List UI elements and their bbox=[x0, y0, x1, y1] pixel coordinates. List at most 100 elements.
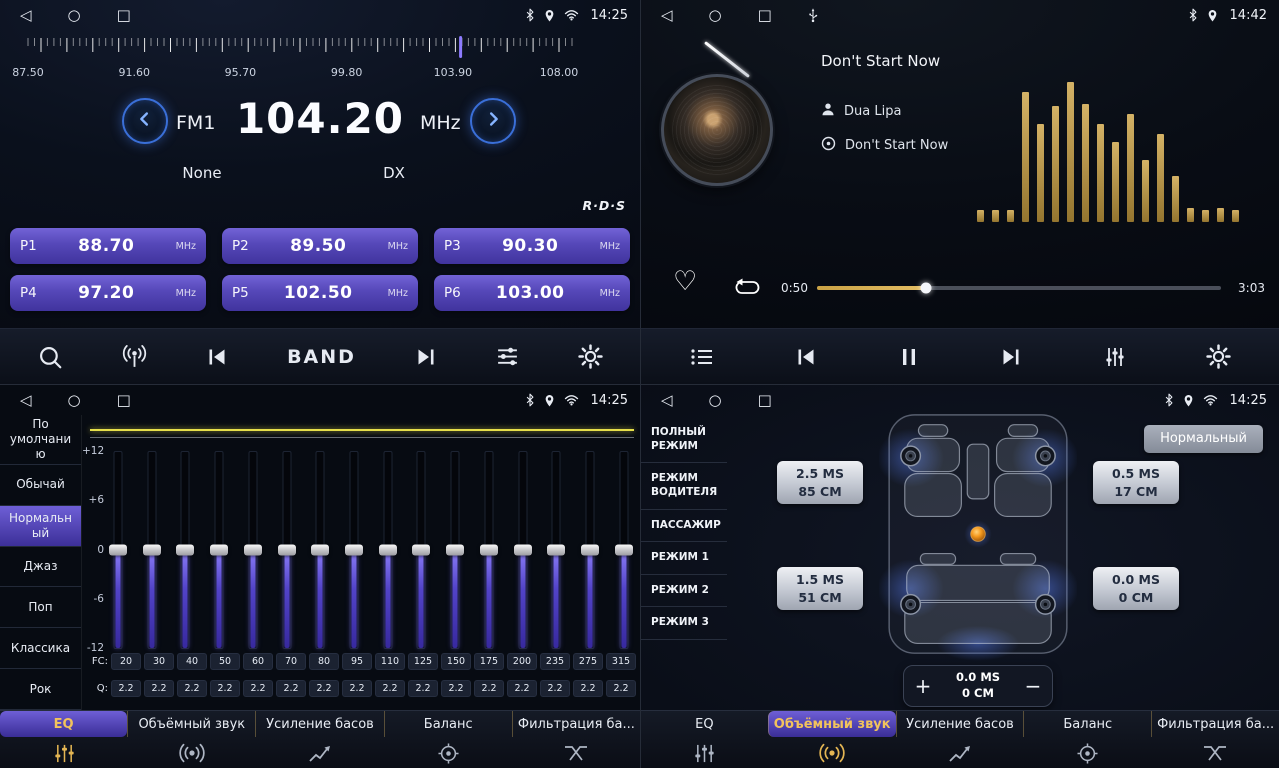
eq-band-slider[interactable] bbox=[142, 451, 162, 649]
mode-2[interactable]: РЕЖИМ 2 bbox=[641, 575, 727, 608]
tab-surround[interactable]: Объёмный звук bbox=[768, 711, 896, 737]
nav-recents-button[interactable]: □ bbox=[758, 393, 772, 408]
field-preset-button[interactable]: Нормальный bbox=[1144, 425, 1263, 453]
mode-passenger[interactable]: ПАССАЖИР bbox=[641, 510, 727, 543]
eq-band-slider[interactable] bbox=[344, 451, 364, 649]
balance-icon[interactable] bbox=[384, 737, 512, 768]
decrease-delay-button[interactable]: − bbox=[1014, 666, 1052, 706]
tab-bass-boost[interactable]: Усиление басов bbox=[255, 711, 383, 737]
tuner-ticks[interactable] bbox=[20, 36, 580, 66]
nav-back-button[interactable]: ◁ bbox=[20, 8, 32, 23]
delay-rear-left[interactable]: 1.5 MS 51 CM bbox=[777, 567, 863, 610]
eq-slider-knob[interactable] bbox=[278, 545, 296, 556]
tune-up-button[interactable] bbox=[470, 98, 516, 144]
car-seat-map[interactable] bbox=[879, 411, 1077, 661]
eq-slider-knob[interactable] bbox=[480, 545, 498, 556]
album-art-disc[interactable] bbox=[661, 74, 773, 186]
eq-slider-knob[interactable] bbox=[379, 545, 397, 556]
nav-home-button[interactable]: ○ bbox=[709, 393, 722, 408]
favorite-button[interactable]: ♡ bbox=[673, 268, 697, 295]
surround-sound-icon[interactable] bbox=[128, 737, 256, 768]
previous-station-button[interactable] bbox=[205, 346, 229, 368]
tab-eq[interactable]: EQ bbox=[0, 711, 127, 737]
eq-preset-normal[interactable]: Нормальный bbox=[0, 506, 81, 547]
increase-delay-button[interactable]: + bbox=[904, 666, 942, 706]
eq-slider-knob[interactable] bbox=[345, 545, 363, 556]
eq-slider-knob[interactable] bbox=[210, 545, 228, 556]
preset-p5[interactable]: P5 102.50 MHz bbox=[222, 275, 418, 311]
mode-3[interactable]: РЕЖИМ 3 bbox=[641, 607, 727, 640]
settings-button[interactable] bbox=[1206, 344, 1231, 369]
bass-boost-icon[interactable] bbox=[896, 737, 1024, 768]
preset-p1[interactable]: P1 88.70 MHz bbox=[10, 228, 206, 264]
preset-p3[interactable]: P3 90.30 MHz bbox=[434, 228, 630, 264]
crossover-filter-icon[interactable] bbox=[512, 737, 640, 768]
eq-preset-classic[interactable]: Классика bbox=[0, 628, 81, 669]
playlist-button[interactable] bbox=[689, 346, 715, 368]
eq-band-slider[interactable] bbox=[546, 451, 566, 649]
eq-faders-icon[interactable] bbox=[0, 737, 128, 768]
eq-band-slider[interactable] bbox=[614, 451, 634, 649]
eq-preset-jazz[interactable]: Джаз bbox=[0, 547, 81, 588]
delay-front-left[interactable]: 2.5 MS 85 CM bbox=[777, 461, 863, 504]
eq-band-slider[interactable] bbox=[243, 451, 263, 649]
crossover-filter-icon[interactable] bbox=[1151, 737, 1279, 768]
eq-slider-knob[interactable] bbox=[244, 545, 262, 556]
equalizer-button[interactable] bbox=[1103, 346, 1127, 368]
mode-driver[interactable]: РЕЖИМ ВОДИТЕЛЯ bbox=[641, 463, 727, 509]
mode-1[interactable]: РЕЖИМ 1 bbox=[641, 542, 727, 575]
eq-faders-icon[interactable] bbox=[641, 737, 769, 768]
next-track-button[interactable] bbox=[999, 346, 1023, 368]
nav-back-button[interactable]: ◁ bbox=[661, 8, 673, 23]
nav-back-button[interactable]: ◁ bbox=[20, 393, 32, 408]
equalizer-button[interactable] bbox=[495, 345, 520, 368]
eq-preset-custom[interactable]: Обычай bbox=[0, 465, 81, 506]
previous-track-button[interactable] bbox=[794, 346, 818, 368]
eq-slider-knob[interactable] bbox=[514, 545, 532, 556]
mode-full[interactable]: ПОЛНЫЙ РЕЖИМ bbox=[641, 417, 727, 463]
eq-slider-knob[interactable] bbox=[109, 545, 127, 556]
band-button[interactable]: BAND bbox=[287, 346, 356, 368]
eq-band-slider[interactable] bbox=[411, 451, 431, 649]
seek-knob[interactable] bbox=[921, 283, 932, 294]
eq-slider-knob[interactable] bbox=[581, 545, 599, 556]
eq-preset-pop[interactable]: Поп bbox=[0, 587, 81, 628]
nav-recents-button[interactable]: □ bbox=[758, 8, 772, 23]
nav-recents-button[interactable]: □ bbox=[117, 393, 131, 408]
eq-band-slider[interactable] bbox=[310, 451, 330, 649]
eq-preset-rock[interactable]: Рок bbox=[0, 669, 81, 710]
seek-bar[interactable] bbox=[817, 286, 1221, 290]
preset-p2[interactable]: P2 89.50 MHz bbox=[222, 228, 418, 264]
eq-band-slider[interactable] bbox=[209, 451, 229, 649]
scan-button[interactable] bbox=[37, 344, 63, 370]
eq-slider-knob[interactable] bbox=[547, 545, 565, 556]
eq-slider-knob[interactable] bbox=[176, 545, 194, 556]
balance-icon[interactable] bbox=[1024, 737, 1152, 768]
broadcast-seek-button[interactable] bbox=[121, 344, 148, 369]
eq-band-slider[interactable] bbox=[175, 451, 195, 649]
nav-home-button[interactable]: ○ bbox=[68, 8, 81, 23]
tuner-scale[interactable]: 87.5091.6095.7099.80103.90108.00 bbox=[20, 36, 580, 88]
tab-balance[interactable]: Баланс bbox=[384, 711, 512, 737]
preset-p4[interactable]: P4 97.20 MHz bbox=[10, 275, 206, 311]
eq-band-slider[interactable] bbox=[108, 451, 128, 649]
tab-balance[interactable]: Баланс bbox=[1023, 711, 1151, 737]
delay-front-right[interactable]: 0.5 MS 17 CM bbox=[1093, 461, 1179, 504]
pause-button[interactable] bbox=[898, 345, 920, 369]
preset-p6[interactable]: P6 103.00 MHz bbox=[434, 275, 630, 311]
eq-band-slider[interactable] bbox=[445, 451, 465, 649]
nav-home-button[interactable]: ○ bbox=[709, 8, 722, 23]
tab-surround[interactable]: Объёмный звук bbox=[127, 711, 255, 737]
delay-rear-right[interactable]: 0.0 MS 0 CM bbox=[1093, 567, 1179, 610]
eq-slider-knob[interactable] bbox=[615, 545, 633, 556]
next-station-button[interactable] bbox=[414, 346, 438, 368]
bass-boost-icon[interactable] bbox=[256, 737, 384, 768]
repeat-button[interactable] bbox=[733, 278, 761, 302]
tab-filter[interactable]: Фильтрация ба... bbox=[512, 711, 640, 737]
surround-sound-icon[interactable] bbox=[769, 737, 897, 768]
eq-slider-knob[interactable] bbox=[143, 545, 161, 556]
eq-band-slider[interactable] bbox=[378, 451, 398, 649]
settings-button[interactable] bbox=[578, 344, 603, 369]
tab-bass-boost[interactable]: Усиление басов bbox=[896, 711, 1024, 737]
eq-band-slider[interactable] bbox=[513, 451, 533, 649]
